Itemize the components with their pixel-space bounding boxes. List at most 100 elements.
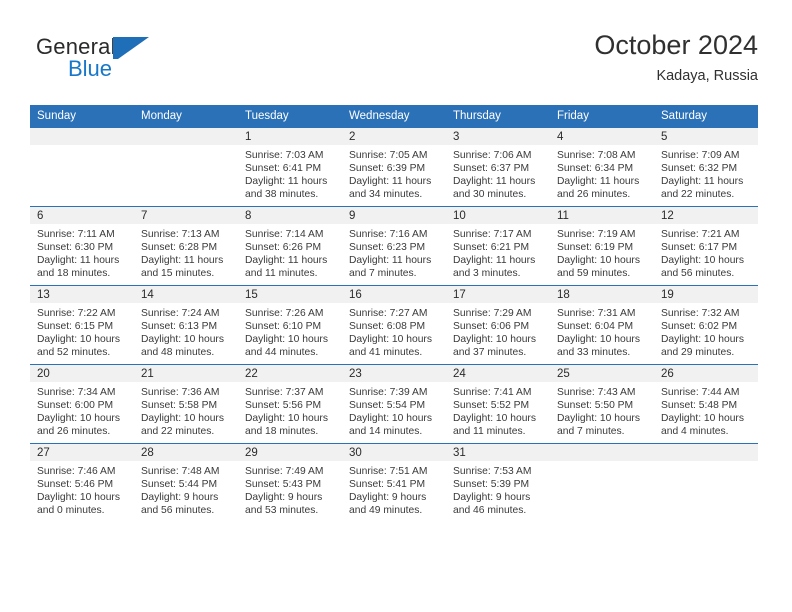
sunrise-text: Sunrise: 7:13 AM (141, 229, 220, 240)
daylight-text-line2: and 15 minutes. (141, 268, 215, 280)
sunrise-text: Sunrise: 7:32 AM (661, 308, 740, 319)
calendar-table: Sunday Monday Tuesday Wednesday Thursday… (30, 105, 758, 522)
day-sun-info: Sunrise: 7:09 AM Sunset: 6:32 PM Daylight:… (654, 145, 758, 201)
sunrise-text: Sunrise: 7:29 AM (453, 308, 532, 319)
sunrise-text: Sunrise: 7:05 AM (349, 150, 428, 161)
calendar-day-cell[interactable]: 8 Sunrise: 7:14 AM Sunset: 6:26 PM Daylight… (238, 206, 342, 286)
day-number: 21 (134, 365, 238, 382)
calendar-day-cell[interactable]: 9 Sunrise: 7:16 AM Sunset: 6:23 PM Daylight… (342, 206, 446, 286)
daylight-text-line1: Daylight: 11 hours (453, 255, 536, 267)
calendar-day-cell[interactable]: 7 Sunrise: 7:13 AM Sunset: 6:28 PM Daylight… (134, 206, 238, 286)
day-number: 11 (550, 207, 654, 224)
sunrise-text: Sunrise: 7:24 AM (141, 308, 220, 319)
sunrise-text: Sunrise: 7:22 AM (37, 308, 116, 319)
calendar-day-cell[interactable]: 19 Sunrise: 7:32 AM Sunset: 6:02 PM Dayligh… (654, 285, 758, 365)
day-cell-content: 31 Sunrise: 7:53 AM Sunset: 5:39 PM Dayligh… (446, 444, 550, 522)
daylight-text-line2: and 11 minutes. (453, 426, 526, 438)
daylight-text-line2: and 11 minutes. (245, 268, 318, 280)
day-cell-content: 6 Sunrise: 7:11 AM Sunset: 6:30 PM Daylight… (30, 207, 134, 285)
daylight-text-line1: Daylight: 10 hours (661, 334, 744, 346)
general-blue-logo[interactable]: General Blue (36, 34, 216, 92)
weekday-header-thursday: Thursday (446, 105, 550, 128)
calendar-day-cell[interactable]: 27 Sunrise: 7:46 AM Sunset: 5:46 PM Dayligh… (30, 443, 134, 522)
calendar-day-cell[interactable]: 6 Sunrise: 7:11 AM Sunset: 6:30 PM Daylight… (30, 206, 134, 286)
calendar-day-cell[interactable]: 25 Sunrise: 7:43 AM Sunset: 5:50 PM Dayligh… (550, 364, 654, 444)
calendar-week-row: 1 Sunrise: 7:03 AM Sunset: 6:41 PM Daylight… (30, 128, 758, 207)
daylight-text-line1: Daylight: 11 hours (453, 176, 536, 188)
calendar-day-cell[interactable]: 18 Sunrise: 7:31 AM Sunset: 6:04 PM Dayligh… (550, 285, 654, 365)
day-sun-info: Sunrise: 7:46 AM Sunset: 5:46 PM Daylight:… (30, 461, 134, 517)
calendar-day-cell[interactable]: 26 Sunrise: 7:44 AM Sunset: 5:48 PM Dayligh… (654, 364, 758, 444)
calendar-day-cell (134, 128, 238, 207)
calendar-day-cell[interactable]: 16 Sunrise: 7:27 AM Sunset: 6:08 PM Dayligh… (342, 285, 446, 365)
day-sun-info: Sunrise: 7:32 AM Sunset: 6:02 PM Daylight:… (654, 303, 758, 359)
calendar-day-cell[interactable]: 31 Sunrise: 7:53 AM Sunset: 5:39 PM Dayligh… (446, 443, 550, 522)
calendar-day-cell[interactable]: 22 Sunrise: 7:37 AM Sunset: 5:56 PM Dayligh… (238, 364, 342, 444)
day-number (654, 444, 758, 461)
day-cell-content: 29 Sunrise: 7:49 AM Sunset: 5:43 PM Dayligh… (238, 444, 342, 522)
day-sun-info: Sunrise: 7:48 AM Sunset: 5:44 PM Daylight:… (134, 461, 238, 517)
sunrise-text: Sunrise: 7:49 AM (245, 466, 324, 477)
daylight-text-line2: and 14 minutes. (349, 426, 423, 438)
day-cell-content: 24 Sunrise: 7:41 AM Sunset: 5:52 PM Dayligh… (446, 365, 550, 443)
day-sun-info: Sunrise: 7:37 AM Sunset: 5:56 PM Daylight:… (238, 382, 342, 438)
daylight-text-line2: and 56 minutes. (661, 268, 735, 280)
day-cell-content: 7 Sunrise: 7:13 AM Sunset: 6:28 PM Daylight… (134, 207, 238, 285)
calendar-day-cell[interactable]: 2 Sunrise: 7:05 AM Sunset: 6:39 PM Daylight… (342, 128, 446, 207)
day-sun-info: Sunrise: 7:43 AM Sunset: 5:50 PM Daylight:… (550, 382, 654, 438)
daylight-text-line2: and 41 minutes. (349, 347, 423, 359)
calendar-day-cell[interactable]: 30 Sunrise: 7:51 AM Sunset: 5:41 PM Dayligh… (342, 443, 446, 522)
daylight-text-line2: and 22 minutes. (141, 426, 215, 438)
calendar-day-cell[interactable]: 17 Sunrise: 7:29 AM Sunset: 6:06 PM Dayligh… (446, 285, 550, 365)
calendar-day-cell[interactable]: 28 Sunrise: 7:48 AM Sunset: 5:44 PM Dayligh… (134, 443, 238, 522)
sunrise-text: Sunrise: 7:03 AM (245, 150, 324, 161)
daylight-text-line1: Daylight: 11 hours (557, 176, 640, 188)
day-sun-info: Sunrise: 7:19 AM Sunset: 6:19 PM Daylight:… (550, 224, 654, 280)
calendar-day-cell[interactable]: 13 Sunrise: 7:22 AM Sunset: 6:15 PM Dayligh… (30, 285, 134, 365)
day-cell-content: 17 Sunrise: 7:29 AM Sunset: 6:06 PM Dayligh… (446, 286, 550, 364)
day-cell-content: 30 Sunrise: 7:51 AM Sunset: 5:41 PM Dayligh… (342, 444, 446, 522)
day-number: 27 (30, 444, 134, 461)
sunset-text: Sunset: 6:00 PM (37, 400, 114, 412)
daylight-text-line1: Daylight: 10 hours (245, 413, 328, 425)
day-number: 22 (238, 365, 342, 382)
page-title: October 2024 (594, 30, 758, 60)
daylight-text-line2: and 18 minutes. (37, 268, 111, 280)
page-header: General Blue October 2024 Kadaya, Russia (30, 28, 758, 98)
title-block: October 2024 Kadaya, Russia (594, 28, 758, 87)
calendar-day-cell[interactable]: 29 Sunrise: 7:49 AM Sunset: 5:43 PM Dayligh… (238, 443, 342, 522)
calendar-day-cell[interactable]: 20 Sunrise: 7:34 AM Sunset: 6:00 PM Dayligh… (30, 364, 134, 444)
calendar-day-cell[interactable]: 24 Sunrise: 7:41 AM Sunset: 5:52 PM Dayligh… (446, 364, 550, 444)
calendar-day-cell[interactable]: 14 Sunrise: 7:24 AM Sunset: 6:13 PM Dayligh… (134, 285, 238, 365)
sunset-text: Sunset: 6:06 PM (453, 321, 530, 333)
daylight-text-line2: and 26 minutes. (557, 189, 631, 201)
day-sun-info: Sunrise: 7:22 AM Sunset: 6:15 PM Daylight:… (30, 303, 134, 359)
calendar-day-cell[interactable]: 4 Sunrise: 7:08 AM Sunset: 6:34 PM Daylight… (550, 128, 654, 207)
calendar-day-cell[interactable]: 11 Sunrise: 7:19 AM Sunset: 6:19 PM Dayligh… (550, 206, 654, 286)
weekday-header-friday: Friday (550, 105, 654, 128)
calendar-day-cell[interactable]: 1 Sunrise: 7:03 AM Sunset: 6:41 PM Daylight… (238, 128, 342, 207)
day-cell-content: 2 Sunrise: 7:05 AM Sunset: 6:39 PM Daylight… (342, 128, 446, 206)
calendar-day-cell[interactable]: 12 Sunrise: 7:21 AM Sunset: 6:17 PM Dayligh… (654, 206, 758, 286)
sunset-text: Sunset: 6:15 PM (37, 321, 114, 333)
day-sun-info: Sunrise: 7:14 AM Sunset: 6:26 PM Daylight:… (238, 224, 342, 280)
daylight-text-line1: Daylight: 11 hours (245, 255, 328, 267)
sunrise-text: Sunrise: 7:34 AM (37, 387, 116, 398)
day-sun-info: Sunrise: 7:24 AM Sunset: 6:13 PM Daylight:… (134, 303, 238, 359)
daylight-text-line2: and 34 minutes. (349, 189, 423, 201)
calendar-day-cell[interactable]: 3 Sunrise: 7:06 AM Sunset: 6:37 PM Daylight… (446, 128, 550, 207)
calendar-day-cell (550, 443, 654, 522)
sunset-text: Sunset: 6:17 PM (661, 242, 738, 254)
day-sun-info: Sunrise: 7:16 AM Sunset: 6:23 PM Daylight:… (342, 224, 446, 280)
day-sun-info: Sunrise: 7:29 AM Sunset: 6:06 PM Daylight:… (446, 303, 550, 359)
day-number (550, 444, 654, 461)
day-number: 6 (30, 207, 134, 224)
day-number: 24 (446, 365, 550, 382)
calendar-day-cell[interactable]: 21 Sunrise: 7:36 AM Sunset: 5:58 PM Dayligh… (134, 364, 238, 444)
calendar-day-cell[interactable]: 15 Sunrise: 7:26 AM Sunset: 6:10 PM Dayligh… (238, 285, 342, 365)
calendar-day-cell[interactable]: 23 Sunrise: 7:39 AM Sunset: 5:54 PM Dayligh… (342, 364, 446, 444)
sunset-text: Sunset: 6:37 PM (453, 163, 530, 175)
calendar-day-cell[interactable]: 10 Sunrise: 7:17 AM Sunset: 6:21 PM Dayligh… (446, 206, 550, 286)
sunset-text: Sunset: 6:02 PM (661, 321, 738, 333)
calendar-day-cell[interactable]: 5 Sunrise: 7:09 AM Sunset: 6:32 PM Daylight… (654, 128, 758, 207)
